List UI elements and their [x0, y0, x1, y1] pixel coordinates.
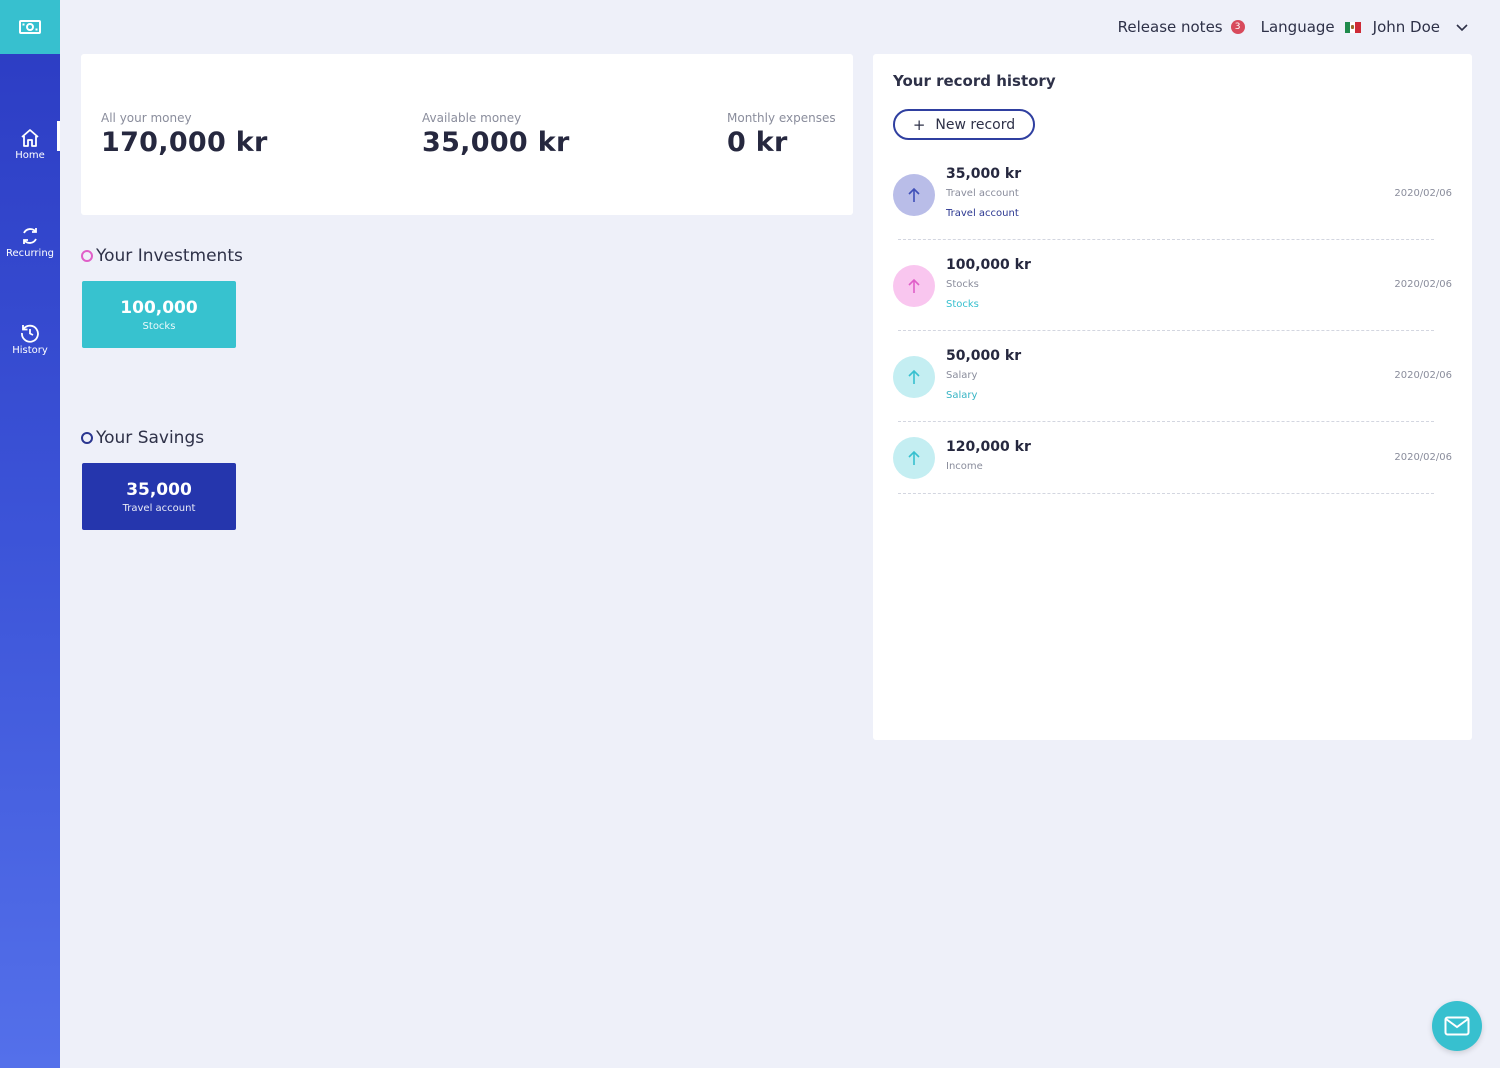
record-description: Salary — [946, 370, 978, 381]
record-tag: Travel account — [946, 208, 1019, 219]
tile-label: Stocks — [142, 320, 176, 332]
history-icon — [21, 324, 39, 343]
savings-title-text: Your Savings — [96, 428, 205, 448]
available-money-label: Available money — [422, 111, 522, 125]
sidebar-item-recurring[interactable]: Recurring — [0, 219, 60, 267]
record-amount: 35,000 kr — [946, 166, 1022, 182]
record-date: 2020/02/06 — [1394, 188, 1452, 199]
mail-icon — [1444, 1016, 1470, 1036]
record-history-panel: Your record history + New record 35,000 … — [873, 54, 1472, 740]
investments-title-text: Your Investments — [96, 246, 243, 266]
investment-tile-stocks[interactable]: 100,000 Stocks — [82, 281, 236, 348]
savings-title: Your Savings — [81, 428, 204, 448]
monthly-expenses-stat: Monthly expenses 0 kr — [727, 111, 836, 158]
record-divider — [898, 330, 1434, 331]
record-description: Income — [946, 461, 983, 472]
record-divider — [898, 421, 1434, 422]
savings-ring-icon — [81, 432, 93, 444]
all-money-stat: All your money 170,000 kr — [101, 111, 268, 158]
arrow-up-icon — [893, 174, 935, 216]
record-item[interactable]: 50,000 kr Salary Salary 2020/02/06 — [893, 348, 1452, 424]
sidebar-item-home[interactable]: Home — [0, 121, 60, 169]
arrow-up-icon — [893, 356, 935, 398]
plus-icon: + — [912, 115, 926, 134]
investments-title: Your Investments — [81, 246, 243, 266]
tile-amount: 100,000 — [120, 297, 198, 318]
record-amount: 50,000 kr — [946, 348, 1022, 364]
contact-mail-button[interactable] — [1432, 1001, 1482, 1051]
new-record-button[interactable]: + New record — [893, 109, 1035, 140]
record-history-title: Your record history — [893, 72, 1056, 90]
new-record-label: New record — [935, 116, 1016, 133]
release-notes-link[interactable]: Release notes — [1118, 18, 1223, 36]
record-tag: Salary — [946, 390, 978, 401]
record-tag: Stocks — [946, 299, 979, 310]
record-date: 2020/02/06 — [1394, 279, 1452, 290]
recurring-icon — [23, 228, 37, 244]
language-selector[interactable]: Language — [1261, 18, 1335, 36]
record-description: Stocks — [946, 279, 979, 290]
summary-card: All your money 170,000 kr Available mone… — [81, 54, 853, 215]
record-amount: 120,000 kr — [946, 439, 1031, 455]
record-item[interactable]: 120,000 kr Income 2020/02/06 — [893, 437, 1452, 495]
all-money-value: 170,000 kr — [101, 127, 268, 158]
record-item[interactable]: 35,000 kr Travel account Travel account … — [893, 166, 1452, 242]
sidebar: Home Recurring History — [0, 0, 60, 1068]
record-date: 2020/02/06 — [1394, 452, 1452, 463]
sidebar-item-history[interactable]: History — [0, 316, 60, 364]
monthly-expenses-value: 0 kr — [727, 127, 788, 158]
mexico-flag-icon[interactable] — [1344, 21, 1361, 33]
investments-ring-icon — [81, 250, 93, 262]
sidebar-item-label: Recurring — [6, 248, 54, 259]
all-money-label: All your money — [101, 111, 192, 125]
chevron-down-icon[interactable] — [1454, 19, 1470, 35]
sidebar-item-label: History — [12, 345, 48, 356]
record-amount: 100,000 kr — [946, 257, 1031, 273]
top-bar: Release notes 3 Language John Doe — [1118, 12, 1470, 42]
arrow-up-icon — [893, 265, 935, 307]
monthly-expenses-label: Monthly expenses — [727, 111, 836, 125]
available-money-value: 35,000 kr — [422, 127, 570, 158]
arrow-up-icon — [893, 437, 935, 479]
record-divider — [898, 239, 1434, 240]
release-notes-badge: 3 — [1230, 20, 1245, 34]
record-description: Travel account — [946, 188, 1019, 199]
record-item[interactable]: 100,000 kr Stocks Stocks 2020/02/06 — [893, 257, 1452, 333]
record-date: 2020/02/06 — [1394, 370, 1452, 381]
available-money-stat: Available money 35,000 kr — [422, 111, 570, 158]
user-name[interactable]: John Doe — [1373, 18, 1440, 36]
tile-amount: 35,000 — [126, 479, 192, 500]
savings-tile-travel-account[interactable]: 35,000 Travel account — [82, 463, 236, 530]
record-divider — [898, 493, 1434, 494]
tile-label: Travel account — [122, 502, 196, 514]
home-icon — [21, 129, 39, 147]
logo[interactable] — [0, 0, 60, 54]
sidebar-item-label: Home — [15, 150, 45, 161]
money-icon — [19, 20, 41, 34]
